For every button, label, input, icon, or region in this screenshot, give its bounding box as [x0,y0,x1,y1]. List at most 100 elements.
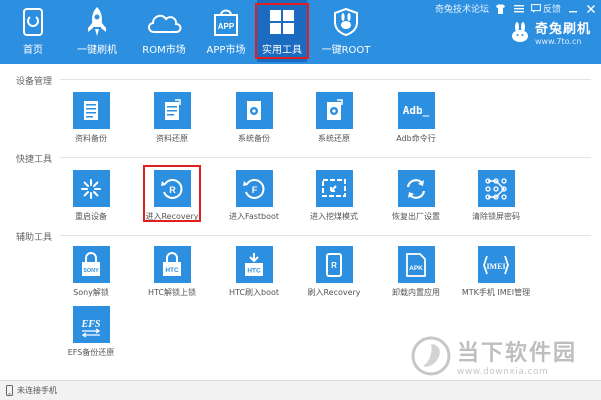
nav-home[interactable]: 首页 [10,0,56,62]
nav-one-click-flash[interactable]: 一键刷机 [66,0,128,62]
watermark: 当下软件园 www.downxia.com [411,335,577,377]
htc-icon-text: HTC [165,267,179,274]
status-bar: 未连接手机 [0,380,601,400]
system-restore-icon [315,92,353,129]
tile-label: 资料备份 [75,134,107,143]
rabbit-logo-icon [511,22,528,42]
tile-adb-command[interactable]: Adb_ Adb命令行 [381,92,451,144]
minimize-icon[interactable] [567,3,579,15]
system-backup-icon [235,92,273,129]
nav-utility-tools[interactable]: 实用工具 [257,0,307,62]
tile-label: 系统备份 [238,134,270,143]
tile-label: HTC解锁上锁 [147,288,197,297]
sony-lock-icon: SONY [72,246,110,283]
efs-icon-text: EFS [81,319,101,330]
nav-label: 一键刷机 [77,45,117,56]
section-title-quick-tools: 快捷工具 [16,155,53,165]
document-restore-icon [153,92,191,129]
phone-icon [6,385,13,396]
tile-label: Adb命令行 [396,134,436,143]
nav-label: 首页 [23,45,43,56]
section-divider [60,79,591,80]
recovery-icon: R [153,170,191,207]
tile-htc-unlock-lock[interactable]: HTC HTC解锁上锁 [137,246,207,298]
feedback-icon [531,4,541,13]
tile-sony-unlock[interactable]: SONY Sony解锁 [56,246,126,298]
window-controls: 奇兔技术论坛 反馈 [435,2,597,15]
tile-label: Sony解锁 [73,288,109,297]
fastboot-icon: F [235,170,273,207]
tile-enter-fastboot[interactable]: F 进入Fastboot [219,170,289,222]
tile-label: 进入Recovery [145,212,199,221]
tile-restart-device[interactable]: 重启设备 [56,170,126,222]
tile-label: HTC刷入boot [228,288,280,297]
home-icon [21,6,45,38]
tile-label: 进入挖煤模式 [310,212,358,221]
tile-label: 清除锁屏密码 [472,212,520,221]
tile-label: 重启设备 [75,212,107,221]
rabbit-shield-icon [332,6,360,38]
section-title-device-management: 设备管理 [16,77,53,87]
watermark-logo-icon [411,336,451,376]
sony-icon-text: SONY [83,268,99,274]
htc-boot-icon: HTC [235,246,273,283]
app-bag-icon: APP [212,6,240,38]
tile-data-restore[interactable]: 资料还原 [137,92,207,144]
watermark-name: 当下软件园 [456,341,577,366]
brand-logo: 奇兔刷机 www.7to.cn [509,18,591,46]
menu-icon[interactable] [513,3,525,15]
grid-icon [268,6,296,38]
tile-label: MTK手机 IMEI管理 [461,288,531,297]
download-mode-icon [315,170,353,207]
tile-label: 资料还原 [156,134,188,143]
efs-icon: EFS [72,306,110,343]
tile-label: 刷入Recovery [307,288,361,297]
nav-label: ROM市场 [142,45,186,56]
flash-recovery-icon: R [315,246,353,283]
tile-data-backup[interactable]: 资料备份 [56,92,126,144]
fastboot-icon-text: F [252,185,258,195]
tile-factory-reset[interactable]: 恢复出厂设置 [381,170,451,222]
htc-lock-icon: HTC [153,246,191,283]
tile-label: 进入Fastboot [228,212,280,221]
apk-icon-text: APK [409,265,423,272]
tile-label: 卸载内置应用 [392,288,440,297]
top-toolbar: 奇兔技术论坛 反馈 首页 一键刷机 ROM市场 APP APP市场 实用工具 一… [0,0,601,64]
tile-htc-flash-boot[interactable]: HTC HTC刷入boot [219,246,289,298]
section-divider [60,157,591,158]
tile-system-backup[interactable]: 系统备份 [219,92,289,144]
tile-system-restore[interactable]: 系统还原 [299,92,369,144]
tile-flash-recovery[interactable]: R 刷入Recovery [299,246,369,298]
tile-enter-recovery[interactable]: R 进入Recovery [137,170,207,222]
brand-name: 奇兔刷机 [534,22,591,37]
flash-recovery-icon-text: R [331,261,337,270]
forum-link[interactable]: 奇兔技术论坛 [435,2,489,15]
brand-url: www.7to.cn [534,37,582,46]
adb-icon: Adb_ [397,92,435,129]
section-title-auxiliary-tools: 辅助工具 [16,233,53,243]
tile-clear-lock-password[interactable]: 清除锁屏密码 [461,170,531,222]
close-icon[interactable] [585,3,597,15]
restart-icon [72,170,110,207]
apk-icon: APK [397,246,435,283]
feedback-label: 反馈 [542,5,561,15]
nav-label: APP市场 [206,45,246,56]
imei-icon-text: IMEI [486,262,505,271]
tile-label: 恢复出厂设置 [392,212,440,221]
tile-enter-download-mode[interactable]: 进入挖煤模式 [299,170,369,222]
tile-label: 系统还原 [318,134,350,143]
nav-one-click-root[interactable]: 一键ROOT [316,0,376,62]
skin-icon[interactable] [495,3,507,15]
factory-reset-icon [397,170,435,207]
nav-rom-market[interactable]: ROM市场 [132,0,196,62]
rocket-icon [84,6,110,38]
nav-app-market[interactable]: APP APP市场 [198,0,254,62]
watermark-url: www.downxia.com [456,367,549,377]
svg-text:APP: APP [218,22,235,31]
connection-status: 未连接手机 [17,386,57,395]
tile-mtk-imei-management[interactable]: IMEI MTK手机 IMEI管理 [461,246,531,298]
tile-uninstall-builtin-apps[interactable]: APK 卸载内置应用 [381,246,451,298]
feedback-button[interactable]: 反馈 [531,2,561,15]
recovery-icon-text: R [169,185,176,195]
tile-efs-backup-restore[interactable]: EFS EFS备份还原 [56,306,126,358]
